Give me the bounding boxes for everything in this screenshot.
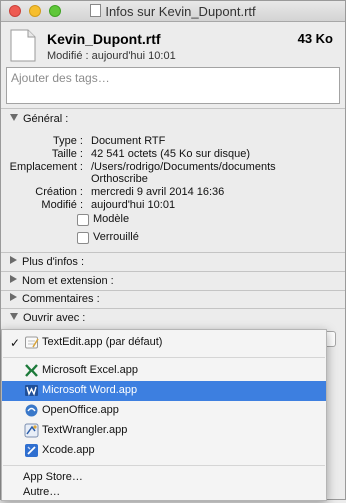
- title-bar[interactable]: Infos sur Kevin_Dupont.rtf: [1, 1, 345, 22]
- section-general[interactable]: Général :: [10, 113, 68, 125]
- checkmark-icon: ✓: [10, 336, 21, 350]
- menu-separator: [3, 357, 325, 358]
- file-name: Kevin_Dupont.rtf: [47, 31, 161, 47]
- file-modified: Modifié : aujourd'hui 10:01: [47, 50, 176, 62]
- menu-item-textedit[interactable]: ✓ TextEdit.app (par défaut): [2, 333, 326, 353]
- template-checkbox-label[interactable]: Modèle: [93, 213, 129, 225]
- tags-placeholder: Ajouter des tags…: [11, 71, 110, 85]
- rtf-document-icon: [10, 29, 36, 62]
- open-with-popup-edge[interactable]: [327, 331, 336, 347]
- divider: [1, 308, 345, 309]
- locked-checkbox-label[interactable]: Verrouillé: [93, 231, 139, 243]
- menu-item-other[interactable]: Autre…: [2, 483, 326, 503]
- menu-item-xcode[interactable]: Xcode.app: [2, 441, 326, 461]
- divider: [1, 290, 345, 291]
- tags-field[interactable]: Ajouter des tags…: [6, 67, 340, 104]
- menu-separator: [3, 465, 325, 466]
- disclosure-closed-icon: [10, 275, 17, 283]
- divider: [1, 108, 345, 109]
- section-name-extension[interactable]: Nom et extension :: [10, 275, 114, 287]
- divider: [1, 252, 345, 253]
- section-open-with[interactable]: Ouvrir avec :: [10, 312, 85, 324]
- document-proxy-icon[interactable]: [90, 4, 102, 17]
- divider: [1, 271, 345, 272]
- disclosure-open-icon: [10, 114, 18, 121]
- disclosure-open-icon: [10, 313, 18, 320]
- disclosure-closed-icon: [10, 256, 17, 264]
- xcode-icon: [25, 444, 38, 457]
- excel-icon: [25, 364, 38, 377]
- disclosure-closed-icon: [10, 293, 17, 301]
- textedit-icon: [25, 336, 39, 349]
- word-icon: [25, 385, 38, 396]
- menu-item-label: TextEdit.app (par défaut): [42, 336, 163, 348]
- menu-item-word[interactable]: Microsoft Word.app: [2, 381, 326, 401]
- template-checkbox[interactable]: [77, 214, 89, 226]
- menu-item-openoffice[interactable]: OpenOffice.app: [2, 401, 326, 421]
- locked-checkbox[interactable]: [77, 232, 89, 244]
- menu-item-textwrangler[interactable]: TextWrangler.app: [2, 421, 326, 441]
- open-with-menu: ✓ TextEdit.app (par défaut) Microsoft Ex…: [1, 329, 327, 501]
- section-more-info[interactable]: Plus d'infos :: [10, 256, 84, 268]
- info-window: Infos sur Kevin_Dupont.rtf Kevin_Dupont.…: [0, 0, 346, 501]
- menu-item-excel[interactable]: Microsoft Excel.app: [2, 361, 326, 381]
- file-size: 43 Ko: [297, 31, 333, 46]
- textwrangler-icon: [24, 423, 39, 438]
- window-title: Infos sur Kevin_Dupont.rtf: [105, 4, 256, 19]
- file-header: Kevin_Dupont.rtf 43 Ko Modifié : aujourd…: [1, 21, 345, 65]
- openoffice-icon: [25, 404, 38, 417]
- section-comments[interactable]: Commentaires :: [10, 293, 100, 305]
